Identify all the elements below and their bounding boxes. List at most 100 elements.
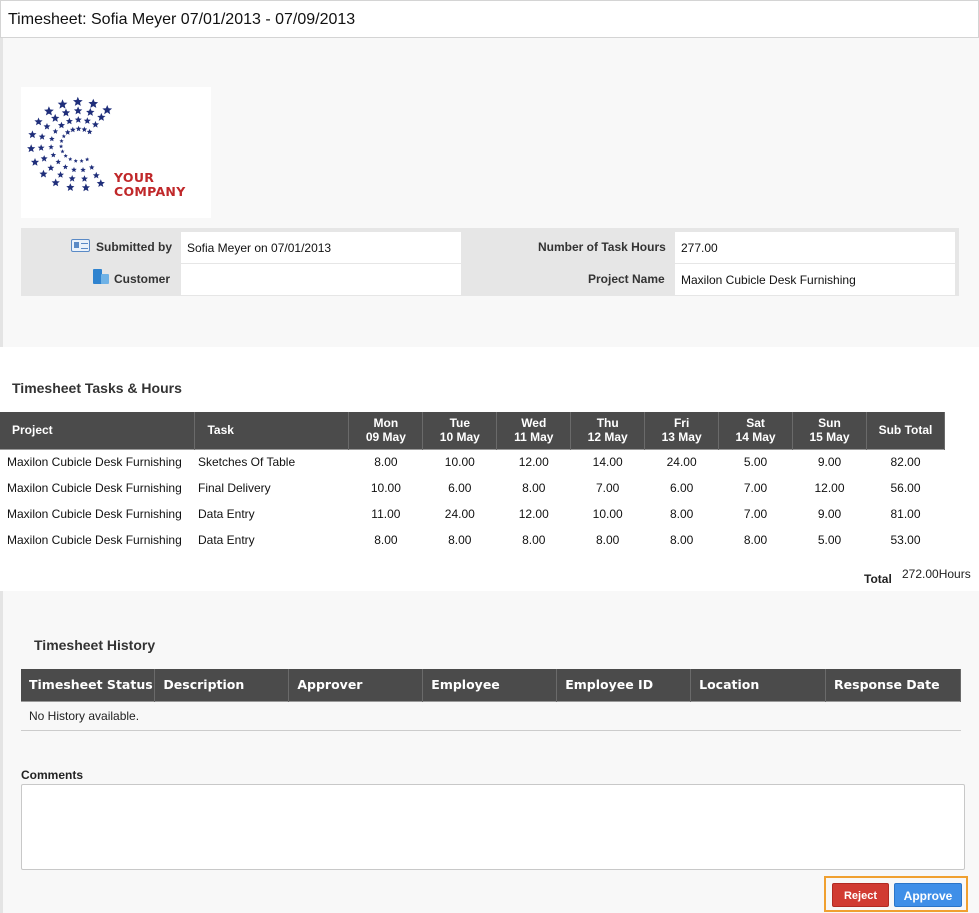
day-name: Tue xyxy=(449,416,471,431)
logo-star xyxy=(73,106,83,115)
col-day[interactable]: Wed 11 May xyxy=(496,412,572,449)
history-header-row: Timesheet Status Description Approver Em… xyxy=(21,669,961,701)
logo-star xyxy=(59,144,64,149)
day-date: 09 May xyxy=(365,430,406,445)
cell-hours: 8.00 xyxy=(669,533,694,547)
col-location[interactable]: Location xyxy=(690,669,827,701)
cell-hours: 12.00 xyxy=(496,448,571,475)
logo-star xyxy=(70,126,76,133)
comments-textarea[interactable] xyxy=(21,784,965,870)
logo-star xyxy=(73,96,83,106)
cell-hours: 24.00 xyxy=(444,507,475,521)
task-hours-value: 277.00 xyxy=(675,232,955,263)
col-day[interactable]: Fri 13 May xyxy=(644,412,720,449)
cell-project: Maxilon Cubicle Desk Furnishing xyxy=(0,448,195,475)
cell-project: Maxilon Cubicle Desk Furnishing xyxy=(7,481,182,495)
day-name: Mon xyxy=(373,416,399,431)
day-name: Fri xyxy=(673,416,690,431)
customer-value xyxy=(181,264,461,295)
col-employee-id[interactable]: Employee ID xyxy=(556,669,692,701)
col-project[interactable]: Project xyxy=(0,412,196,449)
col-approver[interactable]: Approver xyxy=(288,669,424,701)
logo-star xyxy=(81,175,88,182)
action-buttons: Reject Approve xyxy=(824,876,968,912)
day-date: 11 May xyxy=(514,430,554,445)
logo-star xyxy=(86,128,93,135)
cell-hours: 10.00 xyxy=(592,507,623,521)
cell-hours: 8.00 xyxy=(374,533,398,547)
col-day[interactable]: Tue 10 May xyxy=(422,412,498,449)
col-day[interactable]: Mon 09 May xyxy=(348,412,424,449)
col-response-date[interactable]: Response Date xyxy=(825,669,961,701)
history-table: Timesheet Status Description Approver Em… xyxy=(21,669,961,731)
logo-star xyxy=(65,117,73,125)
cell-hours: 6.00 xyxy=(669,481,694,495)
logo-star xyxy=(47,164,55,171)
cell-hours: 11.00 xyxy=(371,507,401,521)
table-row: Maxilon Cubicle Desk Furnishing Data Ent… xyxy=(0,527,945,553)
table-row: Maxilon Cubicle Desk Furnishing Final De… xyxy=(0,475,945,501)
logo-star xyxy=(68,175,76,182)
cell-subtotal: 82.00 xyxy=(866,448,945,475)
cell-hours: 14.00 xyxy=(570,448,645,475)
col-day[interactable]: Sat 14 May xyxy=(718,412,794,449)
approve-button[interactable]: Approve xyxy=(894,883,962,907)
logo-star xyxy=(63,153,68,158)
title-bar: Timesheet: Sofia Meyer 07/01/2013 - 07/0… xyxy=(0,0,979,38)
logo-star xyxy=(57,171,64,178)
project-name-label: Project Name xyxy=(588,272,665,286)
submitted-by-value: Sofia Meyer on 07/01/2013 xyxy=(181,232,461,263)
total-label: Total xyxy=(864,572,892,586)
logo-star xyxy=(44,106,54,116)
col-day[interactable]: Sun 15 May xyxy=(792,412,867,449)
logo-line1: YOUR xyxy=(114,170,155,185)
page-title: Timesheet: Sofia Meyer 07/01/2013 - 07/0… xyxy=(8,11,356,28)
history-empty-message: No History available. xyxy=(21,700,961,731)
logo-star xyxy=(55,159,61,165)
cell-hours: 24.00 xyxy=(644,448,719,475)
col-timesheet-status[interactable]: Timesheet Status xyxy=(21,669,156,701)
col-day[interactable]: Thu 12 May xyxy=(570,412,646,449)
cell-hours: 8.00 xyxy=(743,533,768,547)
day-date: 10 May xyxy=(439,430,480,445)
cell-hours: 6.00 xyxy=(448,481,472,495)
day-date: 15 May xyxy=(809,430,850,445)
col-subtotal[interactable]: Sub Total xyxy=(866,412,946,449)
logo-star xyxy=(75,125,82,132)
history-title: Timesheet History xyxy=(34,637,156,653)
logo-star xyxy=(88,98,99,108)
cell-hours: 8.00 xyxy=(448,533,472,547)
cell-hours: 7.00 xyxy=(743,507,768,521)
submitted-by-label: Submitted by xyxy=(96,240,173,254)
logo-star xyxy=(64,129,71,135)
cell-hours: 8.00 xyxy=(348,448,423,475)
cell-hours: 5.00 xyxy=(718,448,793,475)
logo-star xyxy=(89,164,95,170)
cell-hours: 9.00 xyxy=(817,507,842,521)
tasks-table: Project Task Mon 09 May Tue 10 May Wed 11 M… xyxy=(0,412,946,553)
logo-star xyxy=(80,167,86,173)
cell-task: Final Delivery xyxy=(197,481,271,495)
total-value: 272.00Hours xyxy=(902,567,971,581)
logo-star xyxy=(52,128,59,134)
cell-hours: 7.00 xyxy=(743,481,768,495)
cell-hours: 12.00 xyxy=(518,507,549,521)
reject-button[interactable]: Reject xyxy=(832,883,889,907)
cell-subtotal: 53.00 xyxy=(890,533,921,547)
logo-star xyxy=(83,117,91,124)
col-employee[interactable]: Employee xyxy=(422,669,558,701)
cell-subtotal: 81.00 xyxy=(890,507,921,521)
logo-star xyxy=(50,152,57,158)
col-task[interactable]: Task xyxy=(194,412,350,449)
day-name: Wed xyxy=(521,416,547,431)
company-logo: YOUR COMPANY xyxy=(21,87,211,218)
logo-star xyxy=(81,126,88,132)
logo-star xyxy=(59,138,64,143)
day-name: Sat xyxy=(746,416,765,431)
logo-star xyxy=(85,157,90,162)
logo-star xyxy=(61,134,66,139)
logo-star xyxy=(73,158,78,163)
col-description[interactable]: Description xyxy=(154,669,290,701)
project-name-value: Maxilon Cubicle Desk Furnishing xyxy=(675,264,955,295)
logo-text: YOUR COMPANY xyxy=(114,171,186,199)
